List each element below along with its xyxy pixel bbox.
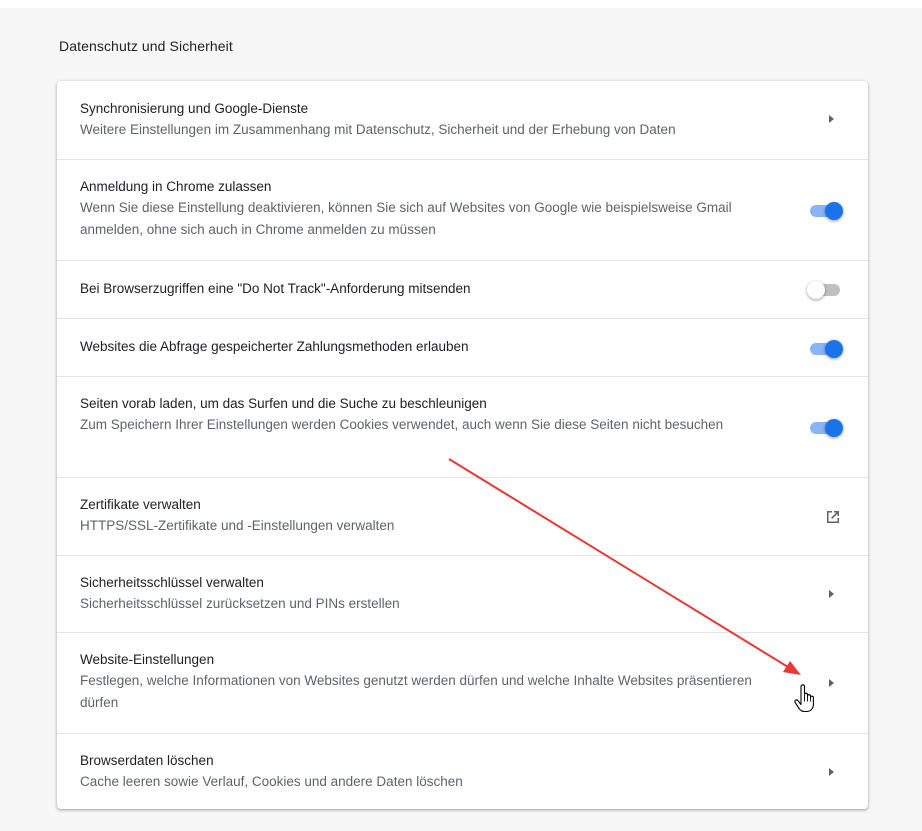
row-text: Zertifikate verwalten HTTPS/SSL-Zertifik… [80,495,780,537]
row-description: Weitere Einstellungen im Zusammenhang mi… [80,122,676,137]
row-label: Sicherheitsschlüssel verwalten [80,575,264,590]
row-text: Bei Browserzugriffen eine "Do Not Track"… [80,279,780,299]
toggle-knob [825,419,843,437]
row-label: Websites die Abfrage gespeicherter Zahlu… [80,339,469,354]
row-description: Zum Speichern Ihrer Einstellungen werden… [80,417,724,432]
row-description: Sicherheitsschlüssel zurücksetzen und PI… [80,596,400,611]
row-text: Synchronisierung und Google-Dienste Weit… [80,99,780,141]
row-text: Browserdaten löschen Cache leeren sowie … [80,751,780,793]
toggle-knob [807,281,825,299]
row-text: Website-Einstellungen Festlegen, welche … [80,650,780,714]
toggle-preload-pages[interactable] [807,417,843,437]
toggle-payment-methods[interactable] [807,338,843,358]
row-description: Wenn Sie diese Einstellung deaktivieren,… [80,200,732,237]
row-allow-chrome-signin: Anmeldung in Chrome zulassen Wenn Sie di… [57,159,868,260]
row-description: Cache leeren sowie Verlauf, Cookies und … [80,774,463,789]
section-title: Datenschutz und Sicherheit [59,38,233,54]
external-link-icon[interactable] [824,508,842,526]
row-sync-google-services[interactable]: Synchronisierung und Google-Dienste Weit… [57,81,868,159]
row-preload-pages: Seiten vorab laden, um das Surfen und di… [57,376,868,477]
settings-page: Datenschutz und Sicherheit Synchronisier… [0,0,922,831]
row-label: Zertifikate verwalten [80,497,201,512]
row-site-settings[interactable]: Website-Einstellungen Festlegen, welche … [57,632,868,733]
row-clear-browsing-data[interactable]: Browserdaten löschen Cache leeren sowie … [57,733,868,809]
row-text: Sicherheitsschlüssel verwalten Sicherhei… [80,573,780,615]
chevron-right-icon[interactable] [829,768,834,776]
row-label: Seiten vorab laden, um das Surfen und di… [80,396,487,411]
row-label: Website-Einstellungen [80,652,215,667]
toggle-allow-chrome-signin[interactable] [807,200,843,220]
row-do-not-track: Bei Browserzugriffen eine "Do Not Track"… [57,260,868,318]
chevron-right-icon[interactable] [829,679,834,687]
row-text: Anmeldung in Chrome zulassen Wenn Sie di… [80,177,780,241]
row-label: Synchronisierung und Google-Dienste [80,101,309,116]
privacy-security-card: Synchronisierung und Google-Dienste Weit… [57,81,868,809]
row-manage-certificates[interactable]: Zertifikate verwalten HTTPS/SSL-Zertifik… [57,477,868,555]
row-text: Seiten vorab laden, um das Surfen und di… [80,394,780,436]
row-label: Anmeldung in Chrome zulassen [80,179,272,194]
chevron-right-icon[interactable] [829,590,834,598]
row-text: Websites die Abfrage gespeicherter Zahlu… [80,337,780,357]
chevron-right-icon[interactable] [829,115,834,123]
toggle-knob [825,340,843,358]
row-description: Festlegen, welche Informationen von Webs… [80,673,752,710]
row-payment-methods: Websites die Abfrage gespeicherter Zahlu… [57,318,868,376]
toggle-knob [825,202,843,220]
row-label: Bei Browserzugriffen eine "Do Not Track"… [80,281,471,296]
row-security-keys[interactable]: Sicherheitsschlüssel verwalten Sicherhei… [57,555,868,632]
toggle-do-not-track[interactable] [807,279,843,299]
row-description: HTTPS/SSL-Zertifikate und -Einstellungen… [80,518,395,533]
hand-cursor-icon [794,684,814,713]
row-label: Browserdaten löschen [80,753,214,768]
